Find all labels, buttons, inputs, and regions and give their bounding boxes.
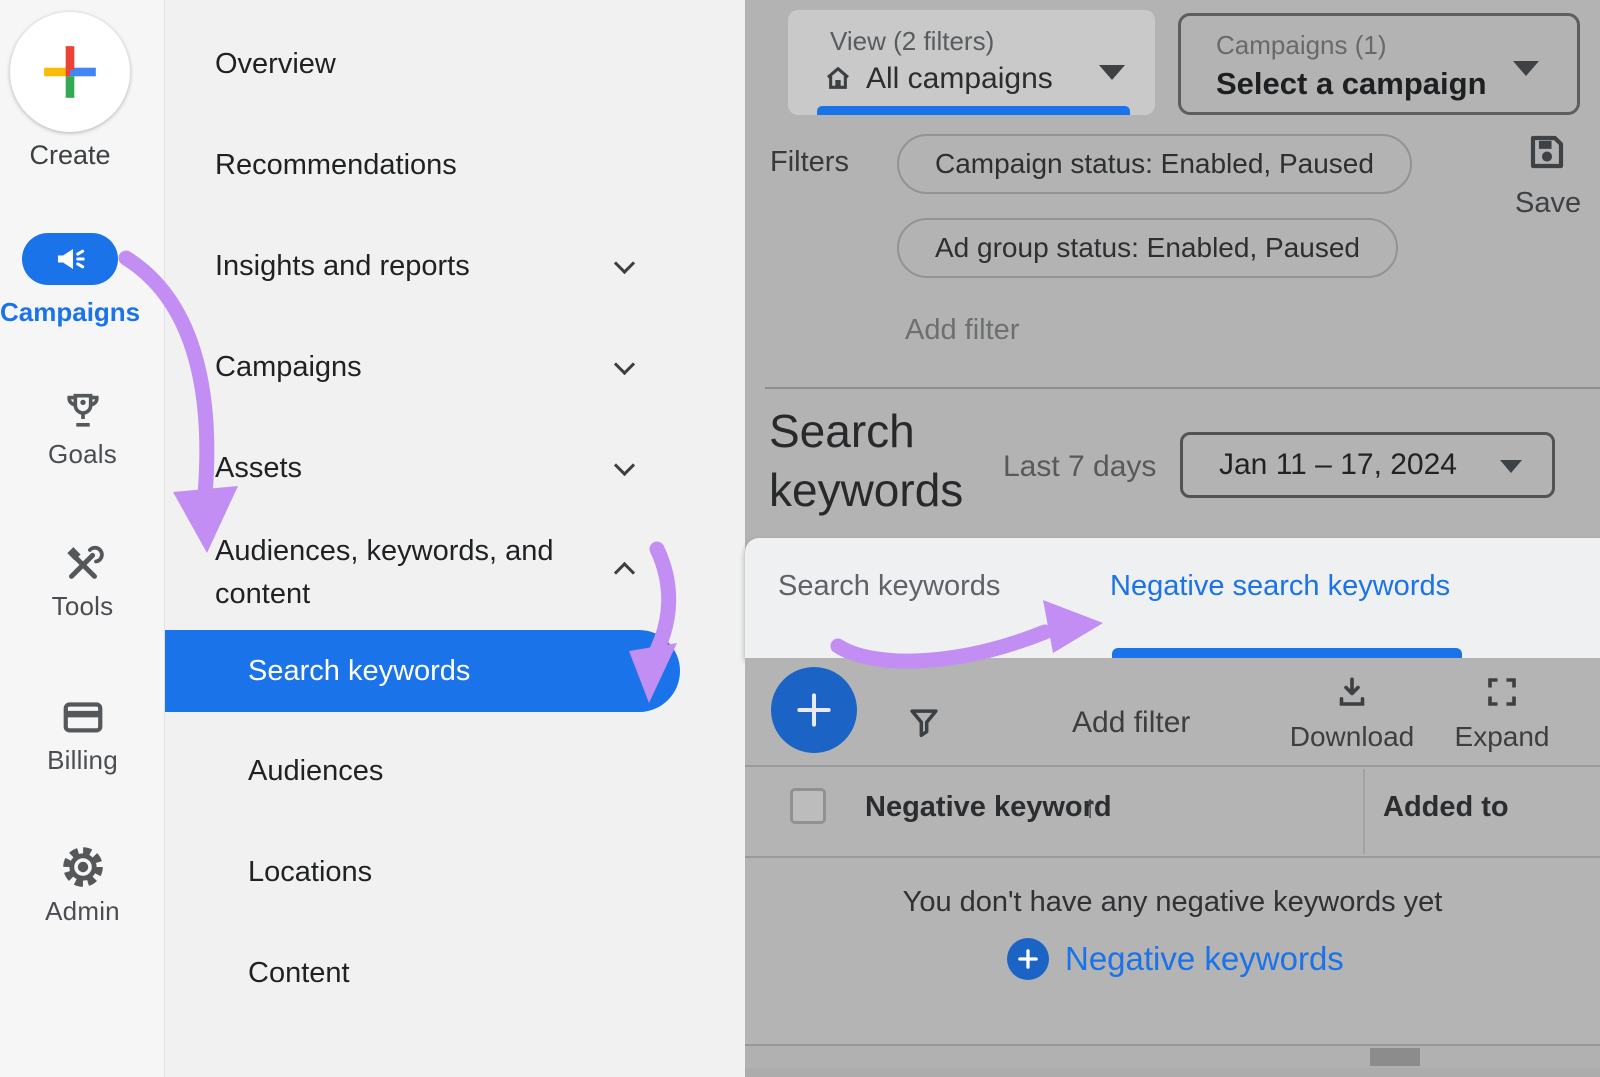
rail-item-campaigns[interactable] bbox=[22, 233, 118, 285]
campaigns-nav-panel: Overview Recommendations Insights and re… bbox=[165, 0, 745, 1077]
keywords-tab-strip: Search keywords Negative search keywords bbox=[745, 538, 1600, 658]
nav-item-insights-and-reports[interactable]: Insights and reports bbox=[215, 250, 470, 283]
rail-item-admin[interactable]: Admin bbox=[0, 843, 165, 927]
view-selector-value: All campaigns bbox=[866, 62, 1053, 96]
nav-item-recommendations[interactable]: Recommendations bbox=[215, 149, 457, 182]
nav-item-audiences[interactable]: Audiences bbox=[248, 755, 383, 788]
empty-state: You don't have any negative keywords yet… bbox=[745, 858, 1600, 1044]
rail-item-goals[interactable]: Goals bbox=[0, 388, 165, 470]
view-selector[interactable]: View (2 filters) All campaigns bbox=[788, 10, 1155, 115]
empty-state-message: You don't have any negative keywords yet bbox=[745, 886, 1600, 919]
column-header-added-to[interactable]: Added to bbox=[1383, 791, 1509, 824]
table-header: Negative keyword ↑ Added to bbox=[745, 765, 1600, 858]
google-plus-icon bbox=[42, 44, 98, 100]
rail-item-tools-label: Tools bbox=[0, 591, 165, 622]
nav-item-campaigns[interactable]: Campaigns bbox=[215, 351, 362, 384]
tab-negative-search-keywords[interactable]: Negative search keywords bbox=[1110, 570, 1450, 603]
save-label: Save bbox=[1515, 187, 1579, 220]
nav-item-overview[interactable]: Overview bbox=[215, 48, 336, 81]
chevron-down-icon[interactable] bbox=[614, 354, 635, 375]
view-selector-underline bbox=[817, 106, 1130, 115]
date-range-label: Last 7 days bbox=[1003, 450, 1156, 484]
nav-item-search-keywords-label: Search keywords bbox=[248, 655, 470, 688]
rail-item-tools[interactable]: Tools bbox=[0, 540, 165, 622]
main-content: View (2 filters) All campaigns Campaigns… bbox=[745, 0, 1600, 1077]
tools-icon bbox=[60, 540, 106, 586]
expand-label: Expand bbox=[1437, 721, 1567, 753]
expand-icon bbox=[1484, 674, 1520, 710]
campaign-selector-value: Select a campaign bbox=[1216, 66, 1487, 102]
filters-label: Filters bbox=[770, 146, 849, 179]
download-button[interactable]: Download bbox=[1287, 674, 1417, 753]
expand-button[interactable]: Expand bbox=[1437, 674, 1567, 753]
save-icon bbox=[1526, 130, 1568, 174]
gear-icon bbox=[59, 843, 107, 891]
rail-item-billing-label: Billing bbox=[0, 745, 165, 776]
create-button[interactable] bbox=[10, 12, 130, 132]
campaign-selector[interactable]: Campaigns (1) Select a campaign bbox=[1178, 13, 1580, 115]
nav-item-content[interactable]: Content bbox=[248, 957, 350, 990]
chevron-down-icon[interactable] bbox=[614, 253, 635, 274]
active-tab-underline bbox=[1112, 648, 1462, 658]
megaphone-icon bbox=[53, 242, 87, 276]
save-button[interactable]: Save bbox=[1515, 130, 1579, 220]
nav-item-assets[interactable]: Assets bbox=[215, 452, 302, 485]
table-toolbar: Add filter Download Expand bbox=[745, 658, 1600, 765]
nav-item-audiences-keywords-content[interactable]: Audiences, keywords, and content bbox=[215, 530, 615, 616]
google-ads-app: Create Campaigns Goals bbox=[0, 0, 1600, 1077]
download-icon bbox=[1334, 674, 1370, 710]
rail-item-goals-label: Goals bbox=[0, 439, 165, 470]
horizontal-scrollbar-thumb[interactable] bbox=[1370, 1048, 1420, 1066]
nav-item-search-keywords-selected[interactable]: Search keywords bbox=[165, 630, 680, 712]
negative-keywords-cta-label: Negative keywords bbox=[1065, 940, 1344, 978]
campaign-selector-label: Campaigns (1) bbox=[1216, 30, 1387, 61]
filter-chip-campaign-status[interactable]: Campaign status: Enabled, Paused bbox=[897, 134, 1412, 194]
add-filter-toolbar-link[interactable]: Add filter bbox=[1072, 706, 1190, 740]
left-rail: Create Campaigns Goals bbox=[0, 0, 165, 1077]
select-all-checkbox[interactable] bbox=[790, 788, 826, 824]
divider bbox=[765, 387, 1600, 389]
create-label: Create bbox=[0, 140, 140, 171]
download-label: Download bbox=[1287, 721, 1417, 753]
filter-chip-ad-group-status[interactable]: Ad group status: Enabled, Paused bbox=[897, 218, 1398, 278]
sort-ascending-icon[interactable]: ↑ bbox=[1082, 788, 1098, 825]
horizontal-scrollbar-track bbox=[745, 1046, 1600, 1068]
tab-search-keywords[interactable]: Search keywords bbox=[778, 570, 1000, 603]
rail-item-admin-label: Admin bbox=[0, 896, 165, 927]
credit-card-icon bbox=[60, 694, 106, 740]
dropdown-caret-icon bbox=[1099, 65, 1125, 80]
dropdown-caret-icon bbox=[1500, 460, 1522, 473]
date-range-selector[interactable]: Jan 11 – 17, 2024 bbox=[1180, 432, 1555, 498]
add-negative-keyword-button[interactable] bbox=[771, 667, 857, 753]
column-header-negative-keyword[interactable]: Negative keyword bbox=[865, 791, 1112, 824]
chevron-up-icon[interactable] bbox=[614, 562, 635, 583]
rail-item-campaigns-label: Campaigns bbox=[0, 297, 140, 328]
rail-item-billing[interactable]: Billing bbox=[0, 694, 165, 776]
nav-item-locations[interactable]: Locations bbox=[248, 856, 372, 889]
column-divider bbox=[1363, 769, 1365, 854]
add-negative-keywords-cta[interactable]: Negative keywords bbox=[1007, 938, 1344, 980]
plus-circle-icon bbox=[1007, 938, 1049, 980]
chevron-down-icon[interactable] bbox=[614, 455, 635, 476]
dropdown-caret-icon bbox=[1513, 61, 1539, 76]
page-title: Search keywords bbox=[769, 402, 999, 520]
plus-icon bbox=[792, 688, 836, 732]
view-selector-label: View (2 filters) bbox=[830, 26, 994, 57]
home-icon bbox=[822, 62, 854, 94]
bottom-strip bbox=[745, 1068, 1600, 1077]
plus-icon bbox=[1015, 946, 1041, 972]
filter-funnel-icon[interactable] bbox=[905, 704, 943, 742]
date-range-value: Jan 11 – 17, 2024 bbox=[1219, 448, 1457, 482]
trophy-icon bbox=[60, 388, 106, 434]
add-filter-link[interactable]: Add filter bbox=[905, 314, 1019, 347]
